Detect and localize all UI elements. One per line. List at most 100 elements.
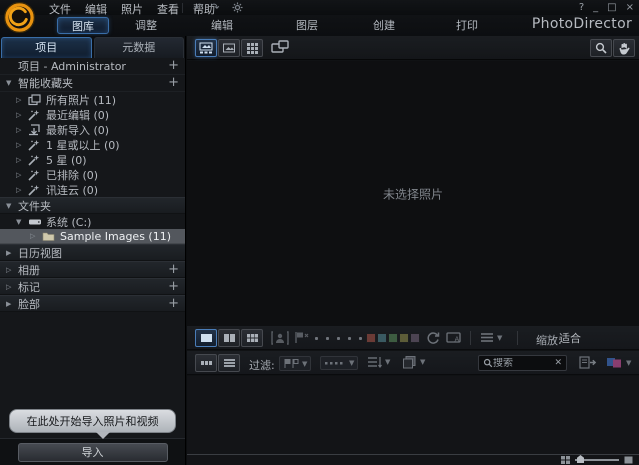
color-label-swatch[interactable] bbox=[410, 333, 420, 343]
tree-item[interactable]: ▷ 最新导入 (0) bbox=[0, 122, 185, 137]
tree-item[interactable]: ▷ 1 星或以上 (0) bbox=[0, 137, 185, 152]
tree-item-selected[interactable]: ▷ Sample Images (11) bbox=[0, 229, 185, 244]
rating-dot[interactable] bbox=[326, 337, 329, 340]
viewer-and-filmstrip-view-button[interactable] bbox=[195, 39, 217, 57]
collection-header[interactable]: 项目 - Administrator + bbox=[0, 58, 185, 75]
rotate-button[interactable] bbox=[426, 331, 440, 345]
add-button[interactable]: + bbox=[168, 76, 179, 89]
module-tab-2[interactable]: 调整 bbox=[124, 17, 168, 34]
multi-view-button[interactable] bbox=[241, 329, 263, 347]
rating-dot[interactable] bbox=[348, 337, 351, 340]
expander-arrow-icon[interactable]: ▷ bbox=[6, 266, 18, 274]
large-thumbnails-icon[interactable] bbox=[624, 456, 633, 464]
rating-filter-button[interactable]: ▼ bbox=[320, 356, 359, 370]
secondary-monitor-button[interactable] bbox=[271, 40, 289, 54]
viewer-only-view-button[interactable] bbox=[218, 39, 240, 57]
section-header[interactable]: ▷ 相册 + bbox=[0, 261, 185, 278]
star-rating-control[interactable] bbox=[315, 337, 362, 340]
close-button[interactable]: × bbox=[626, 2, 634, 13]
expander-arrow-icon[interactable]: ▼ bbox=[6, 202, 18, 210]
single-view-button[interactable] bbox=[195, 329, 217, 347]
add-button[interactable]: + bbox=[168, 263, 179, 276]
add-button[interactable]: + bbox=[168, 297, 179, 310]
expander-arrow-icon[interactable]: ▼ bbox=[6, 79, 18, 87]
slider-handle[interactable] bbox=[577, 455, 584, 463]
color-label-control[interactable] bbox=[366, 333, 420, 343]
color-label-swatch[interactable] bbox=[366, 333, 376, 343]
viewer-toolbar bbox=[187, 36, 639, 60]
tree-item[interactable]: ▷ 5 星 (0) bbox=[0, 152, 185, 167]
section-header[interactable]: ▶ 脸部 + bbox=[0, 295, 185, 312]
add-button[interactable]: + bbox=[168, 280, 179, 293]
color-label-swatch[interactable] bbox=[388, 333, 398, 343]
search-box[interactable]: ✕ bbox=[478, 355, 567, 371]
expander-arrow-icon[interactable]: ▷ bbox=[16, 156, 28, 164]
search-input[interactable] bbox=[493, 357, 553, 369]
zoom-level-dropdown[interactable]: 适合 ▼ bbox=[559, 330, 631, 346]
export-button[interactable] bbox=[579, 356, 597, 369]
left-panel: 项目 元数据 项目 - Administrator + ▼ 智能收藏夹 + ▷ 所有照片 (1… bbox=[0, 36, 186, 465]
expander-arrow-icon[interactable]: ▼ bbox=[16, 218, 28, 226]
maximize-button[interactable]: □ bbox=[607, 2, 616, 13]
item-label: 智能收藏夹 bbox=[18, 77, 73, 90]
rating-dot[interactable] bbox=[359, 337, 362, 340]
zoom-tool-button[interactable] bbox=[590, 39, 612, 57]
expander-arrow-icon[interactable]: ▶ bbox=[6, 300, 18, 308]
panel-tab[interactable]: 元数据 bbox=[93, 37, 184, 58]
expander-arrow-icon[interactable]: ▷ bbox=[16, 126, 28, 134]
tree-item[interactable]: ▼ 系统 (C:) bbox=[0, 214, 185, 229]
list-view-button[interactable] bbox=[218, 354, 240, 372]
section-header[interactable]: ▷ 标记 + bbox=[0, 278, 185, 295]
module-tab-3[interactable]: 编辑 bbox=[200, 17, 244, 34]
undo-icon[interactable]: ↶ bbox=[194, 1, 203, 14]
expander-arrow-icon[interactable]: ▷ bbox=[16, 111, 28, 119]
minimize-button[interactable]: _ bbox=[593, 2, 598, 13]
compare-view-button[interactable] bbox=[218, 329, 240, 347]
module-tab-4[interactable]: 图层 bbox=[285, 17, 329, 34]
color-label-swatch[interactable] bbox=[399, 333, 409, 343]
import-button[interactable]: 导入 bbox=[17, 442, 168, 462]
rename-button[interactable]: A bbox=[446, 331, 462, 344]
flag-filter-button[interactable]: ▼ bbox=[279, 356, 312, 371]
collection-header[interactable]: ▼ 智能收藏夹 + bbox=[0, 75, 185, 92]
expander-arrow-icon[interactable]: ▷ bbox=[16, 171, 28, 179]
no-photo-selected-text: 未选择照片 bbox=[382, 187, 444, 201]
tree-item[interactable]: ▷ 所有照片 (11) bbox=[0, 92, 185, 107]
thumbnail-view-button[interactable] bbox=[195, 354, 217, 372]
thumbnail-size-slider[interactable] bbox=[575, 455, 619, 463]
flag-button[interactable] bbox=[294, 331, 310, 344]
panel-tab[interactable]: 项目 bbox=[1, 37, 92, 58]
tree-item[interactable]: ▷ 讯连云 (0) bbox=[0, 182, 185, 197]
expander-arrow-icon[interactable]: ▷ bbox=[30, 232, 42, 240]
module-tab-1[interactable]: 图库 bbox=[57, 17, 109, 34]
clear-search-icon[interactable]: ✕ bbox=[554, 358, 562, 368]
browser-only-view-button[interactable] bbox=[241, 39, 263, 57]
wand-icon bbox=[28, 154, 42, 166]
module-tab-6[interactable]: 打印 bbox=[445, 17, 489, 34]
add-button[interactable]: + bbox=[168, 59, 179, 72]
rating-dot[interactable] bbox=[337, 337, 340, 340]
section-header[interactable]: ▶ 日历视图 bbox=[0, 244, 185, 261]
expander-arrow-icon[interactable]: ▷ bbox=[16, 141, 28, 149]
settings-gear-icon[interactable] bbox=[232, 2, 243, 13]
info-display-menu-button[interactable]: ▼ bbox=[480, 332, 502, 343]
redo-icon[interactable]: ↷ bbox=[210, 1, 219, 14]
expander-arrow-icon[interactable]: ▷ bbox=[16, 186, 28, 194]
expander-arrow-icon[interactable]: ▶ bbox=[6, 249, 18, 257]
expander-arrow-icon[interactable]: ▷ bbox=[6, 283, 18, 291]
tree-item[interactable]: ▷ 已排除 (0) bbox=[0, 167, 185, 182]
tree-item[interactable]: ▷ 最近编辑 (0) bbox=[0, 107, 185, 122]
face-tag-button[interactable] bbox=[271, 331, 289, 345]
share-button[interactable]: ▼ bbox=[606, 357, 631, 368]
stack-menu-button[interactable]: ▼ bbox=[402, 355, 425, 369]
rating-dot[interactable] bbox=[315, 337, 318, 340]
divider bbox=[517, 331, 518, 345]
pan-tool-button[interactable] bbox=[613, 39, 635, 57]
small-thumbnails-icon[interactable] bbox=[561, 456, 570, 464]
section-header[interactable]: ▼ 文件夹 bbox=[0, 197, 185, 214]
sort-menu-button[interactable]: ▼ bbox=[367, 356, 390, 368]
expander-arrow-icon[interactable]: ▷ bbox=[16, 96, 28, 104]
color-label-swatch[interactable] bbox=[377, 333, 387, 343]
module-tab-5[interactable]: 创建 bbox=[362, 17, 406, 34]
help-button[interactable]: ? bbox=[579, 2, 584, 13]
